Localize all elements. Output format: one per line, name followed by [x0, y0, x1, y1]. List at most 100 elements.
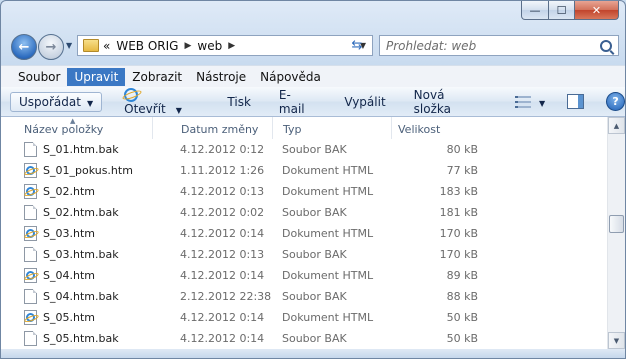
breadcrumb-separator-icon[interactable]: ▶ — [228, 41, 235, 51]
file-type: Dokument HTML — [282, 311, 374, 324]
file-row[interactable]: S_02.htm 4.12.2012 0:13 Dokument HTML 183 k… — [1, 181, 601, 202]
scroll-up-button[interactable]: ▲ — [608, 117, 625, 134]
file-date: 4.12.2012 0:13 — [180, 185, 265, 198]
close-icon: ✕ — [591, 3, 602, 17]
forward-button[interactable]: → — [38, 34, 64, 60]
file-type: Soubor BAK — [282, 206, 347, 219]
column-header-date-label: Datum změny — [181, 123, 259, 136]
menu-nastroje[interactable]: Nástroje — [189, 68, 253, 86]
menu-soubor[interactable]: Soubor — [11, 68, 67, 86]
command-bar: Uspořádat ▼ Otevřít ▼ Tisk E-mail Vypálit … — [1, 87, 625, 117]
file-row[interactable]: S_04.htm 4.12.2012 0:14 Dokument HTML 89 kB — [1, 265, 601, 286]
file-date: 1.11.2012 1:26 — [180, 164, 265, 177]
file-name-cell[interactable]: S_02.htm.bak — [1, 205, 152, 220]
file-date: 4.12.2012 0:02 — [180, 206, 265, 219]
html-document-icon — [24, 310, 37, 325]
file-row[interactable]: S_04.htm.bak 2.12.2012 22:38 Soubor BAK 88 … — [1, 286, 601, 307]
file-name: S_04.htm — [43, 269, 95, 282]
column-header-date[interactable]: Datum změny — [152, 117, 272, 139]
file-date: 4.12.2012 0:14 — [180, 227, 265, 240]
file-name: S_01.htm.bak — [43, 143, 119, 156]
search-box[interactable]: Prohledat: web — [379, 35, 619, 56]
maximize-button[interactable]: ☐ — [549, 1, 575, 20]
minimize-button[interactable]: — — [521, 1, 549, 20]
chevron-down-icon: ▼ — [175, 105, 182, 115]
column-header-size-label: Velikost — [398, 123, 441, 136]
file-name: S_02.htm — [43, 185, 95, 198]
menu-upravit[interactable]: Upravit — [67, 67, 126, 86]
vertical-scrollbar[interactable]: ▲ ▼ — [607, 117, 625, 349]
html-document-icon — [24, 268, 37, 283]
open-button[interactable]: Otevřít ▼ — [116, 85, 207, 119]
file-row[interactable]: S_01_pokus.htm 1.11.2012 1:26 Dokument HTM… — [1, 160, 601, 181]
file-name-cell[interactable]: S_01_pokus.htm — [1, 163, 152, 178]
file-rows: S_01.htm.bak 4.12.2012 0:12 Soubor BAK 80 k… — [1, 139, 601, 349]
search-input[interactable]: Prohledat: web — [386, 39, 476, 53]
breadcrumb-separator-icon[interactable]: ▶ — [184, 41, 191, 51]
breadcrumb-overflow[interactable]: « — [103, 39, 110, 53]
column-header-name[interactable]: ▲ Název položky — [1, 117, 152, 139]
file-name: S_01_pokus.htm — [43, 164, 133, 177]
file-name: S_04.htm.bak — [43, 290, 119, 303]
file-size: 181 kB — [439, 206, 478, 219]
scroll-down-button[interactable]: ▼ — [608, 332, 625, 349]
minimize-icon: — — [529, 3, 541, 17]
bak-file-icon — [24, 331, 37, 346]
help-button[interactable]: ? — [606, 92, 625, 111]
scrollbar-thumb[interactable] — [609, 215, 624, 233]
chevron-down-icon: ▼ — [86, 98, 94, 108]
email-button[interactable]: E-mail — [271, 85, 324, 119]
recent-pages-dropdown-icon[interactable]: ▼ — [66, 41, 72, 50]
scroll-up-icon: ▲ — [613, 121, 620, 130]
file-date: 4.12.2012 0:14 — [180, 269, 265, 282]
breadcrumb-web[interactable]: web — [197, 39, 222, 53]
window-bottom-border — [1, 349, 625, 358]
address-bar[interactable]: « WEB ORIG ▶ web ▶ ▼ — [77, 35, 373, 56]
print-button[interactable]: Tisk — [219, 92, 259, 112]
file-size: 50 kB — [446, 332, 478, 345]
file-row[interactable]: S_05.htm 4.12.2012 0:14 Dokument HTML 50 kB — [1, 307, 601, 328]
new-folder-button[interactable]: Nová složka — [406, 85, 493, 119]
organize-label: Uspořádat — [19, 94, 81, 109]
file-row[interactable]: S_03.htm 4.12.2012 0:14 Dokument HTML 170 k… — [1, 223, 601, 244]
file-date: 4.12.2012 0:13 — [180, 248, 265, 261]
file-name-cell[interactable]: S_01.htm.bak — [1, 142, 152, 157]
refresh-button[interactable]: ⇆ — [345, 35, 369, 56]
file-row[interactable]: S_03.htm.bak 4.12.2012 0:13 Soubor BAK 170 … — [1, 244, 601, 265]
column-header-size[interactable]: Velikost — [391, 117, 491, 139]
breadcrumb-web-orig[interactable]: WEB ORIG — [116, 39, 178, 53]
file-name-cell[interactable]: S_02.htm — [1, 184, 152, 199]
open-label: Otevřít — [124, 101, 166, 116]
view-options-icon[interactable] — [515, 95, 532, 108]
file-row[interactable]: S_05.htm.bak 4.12.2012 0:14 Soubor BAK 50 k… — [1, 328, 601, 349]
file-name-cell[interactable]: S_05.htm — [1, 310, 152, 325]
file-name: S_02.htm.bak — [43, 206, 119, 219]
file-size: 77 kB — [446, 164, 478, 177]
close-button[interactable]: ✕ — [575, 1, 619, 20]
file-name-cell[interactable]: S_04.htm — [1, 268, 152, 283]
file-size: 170 kB — [439, 227, 478, 240]
burn-button[interactable]: Vypálit — [336, 92, 393, 112]
menu-napoveda[interactable]: Nápověda — [253, 68, 328, 86]
column-header-name-label: Název položky — [24, 123, 104, 136]
column-header-type[interactable]: Typ — [272, 117, 391, 139]
file-size: 170 kB — [439, 248, 478, 261]
file-row[interactable]: S_02.htm.bak 4.12.2012 0:02 Soubor BAK 181 … — [1, 202, 601, 223]
file-size: 88 kB — [446, 290, 478, 303]
organize-button[interactable]: Uspořádat ▼ — [10, 91, 103, 112]
window-controls: — ☐ ✕ — [521, 1, 619, 20]
bak-file-icon — [24, 289, 37, 304]
file-name-cell[interactable]: S_03.htm — [1, 226, 152, 241]
search-icon[interactable] — [600, 39, 612, 52]
menu-zobrazit[interactable]: Zobrazit — [125, 68, 189, 86]
file-row[interactable]: S_01.htm.bak 4.12.2012 0:12 Soubor BAK 80 k… — [1, 139, 601, 160]
file-name-cell[interactable]: S_03.htm.bak — [1, 247, 152, 262]
preview-pane-icon[interactable] — [567, 94, 585, 109]
back-button[interactable]: ← — [11, 34, 37, 60]
file-name-cell[interactable]: S_05.htm.bak — [1, 331, 152, 346]
file-date: 4.12.2012 0:12 — [180, 143, 265, 156]
file-name-cell[interactable]: S_04.htm.bak — [1, 289, 152, 304]
view-dropdown-button[interactable]: ▼ — [531, 95, 545, 109]
file-type: Soubor BAK — [282, 248, 347, 261]
file-type: Dokument HTML — [282, 185, 374, 198]
